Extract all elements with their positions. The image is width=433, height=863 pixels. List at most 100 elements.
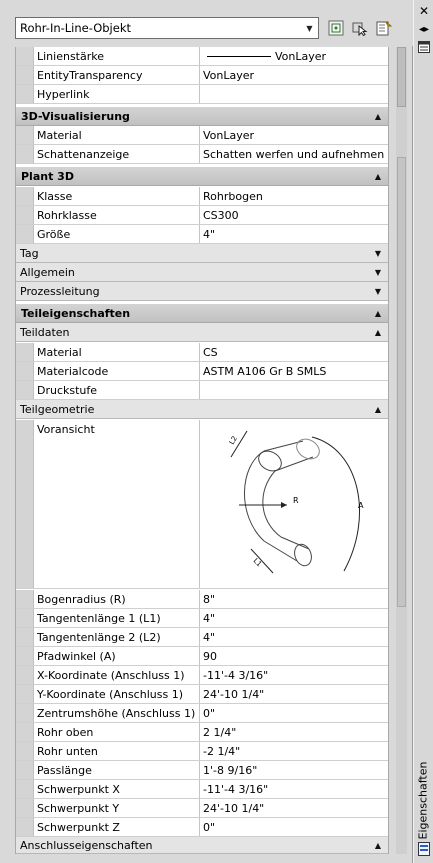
category-teilgeometrie[interactable]: Teilgeometrie ▲ [16,400,388,419]
toolbar: Rohr-In-Line-Objekt ▼ [0,0,413,46]
palette-settings-icon[interactable] [417,842,431,856]
property-value[interactable]: 90 [200,647,388,665]
category-label: Tag [20,246,39,260]
radius-label: R [293,496,299,505]
chevron-up-icon[interactable]: ▲ [368,841,388,850]
category-tag[interactable]: Tag ▼ [16,244,388,263]
property-row-hyperlink[interactable]: Hyperlink [16,85,388,104]
property-value[interactable]: 24'-10 1/4" [200,799,388,817]
property-value[interactable]: 1'-8 9/16" [200,761,388,779]
lineweight-sample [207,55,271,57]
property-row-teil-material[interactable]: Material CS [16,343,388,362]
property-name: Voransicht [34,420,200,588]
property-row-schattenanzeige[interactable]: Schattenanzeige Schatten werfen und aufn… [16,145,388,164]
property-value[interactable]: VonLayer [200,126,388,144]
property-row-tangentenlaenge-1[interactable]: Tangentenlänge 1 (L1) 4" [16,609,388,628]
property-value[interactable]: 4" [200,628,388,646]
property-row-linienstaerke[interactable]: Linienstärke VonLayer [16,47,388,66]
property-value[interactable]: VonLayer [200,66,388,84]
property-row-material[interactable]: Material VonLayer [16,126,388,145]
category-plant-3d[interactable]: Plant 3D ▲ [16,167,388,186]
property-row-voransicht: Voransicht R A L2 L1 [16,420,388,589]
property-name: Schwerpunkt Z [34,818,200,836]
category-allgemein[interactable]: Allgemein ▼ [16,263,388,282]
properties-panel: Rohr-In-Line-Objekt ▼ Linienstärke VonLa… [0,0,413,863]
property-value[interactable] [200,381,388,399]
toggle-pickadd-button[interactable] [325,17,347,39]
palette-title: Eigenschaften [416,760,430,840]
category-label: Plant 3D [21,169,74,183]
property-name: Pfadwinkel (A) [34,647,200,665]
property-name: Linienstärke [34,47,200,65]
property-value[interactable]: 8" [200,590,388,608]
property-name: Größe [34,225,200,243]
object-type-dropdown[interactable]: Rohr-In-Line-Objekt ▼ [15,17,319,39]
vertical-scrollbar[interactable] [396,47,407,854]
category-label: Teilgeometrie [20,402,95,416]
category-teileigenschaften[interactable]: Teileigenschaften ▲ [16,304,388,323]
property-row-druckstufe[interactable]: Druckstufe [16,381,388,400]
property-value[interactable]: 4" [200,609,388,627]
property-row-transparency[interactable]: EntityTransparency VonLayer [16,66,388,85]
category-teildaten[interactable]: Teildaten ▲ [16,323,388,342]
property-row-materialcode[interactable]: Materialcode ASTM A106 Gr B SMLS [16,362,388,381]
palette-title-text: Eigenschaften [416,761,430,839]
property-row-pfadwinkel[interactable]: Pfadwinkel (A) 90 [16,647,388,666]
category-anschlusseigenschaften[interactable]: Anschlusseigenschaften ▲ [16,837,388,854]
chevron-down-icon[interactable]: ▼ [368,249,388,258]
chevron-down-icon[interactable]: ▼ [301,18,318,38]
property-row-x-koordinate[interactable]: X-Koordinate (Anschluss 1) -11'-4 3/16" [16,666,388,685]
property-name: Bogenradius (R) [34,590,200,608]
quick-select-button[interactable] [373,17,395,39]
property-name: Passlänge [34,761,200,779]
property-value[interactable]: -2 1/4" [200,742,388,760]
property-row-klasse[interactable]: Klasse Rohrbogen [16,187,388,206]
property-value[interactable]: ASTM A106 Gr B SMLS [200,362,388,380]
property-row-schwerpunkt-y[interactable]: Schwerpunkt Y 24'-10 1/4" [16,799,388,818]
property-row-rohrklasse[interactable]: Rohrklasse CS300 [16,206,388,225]
property-row-rohr-oben[interactable]: Rohr oben 2 1/4" [16,723,388,742]
property-value[interactable]: CS [200,343,388,361]
property-value[interactable]: CS300 [200,206,388,224]
close-icon[interactable]: ✕ [417,4,431,18]
property-value[interactable]: -11'-4 3/16" [200,666,388,684]
chevron-up-icon[interactable]: ▲ [368,405,388,414]
property-row-schwerpunkt-x[interactable]: Schwerpunkt X -11'-4 3/16" [16,780,388,799]
category-3d-visualisierung[interactable]: 3D-Visualisierung ▲ [16,107,388,126]
property-row-tangentenlaenge-2[interactable]: Tangentenlänge 2 (L2) 4" [16,628,388,647]
chevron-down-icon[interactable]: ▼ [368,287,388,296]
property-row-bogenradius[interactable]: Bogenradius (R) 8" [16,590,388,609]
property-value[interactable]: 2 1/4" [200,723,388,741]
property-row-schwerpunkt-z[interactable]: Schwerpunkt Z 0" [16,818,388,837]
property-name: Schwerpunkt Y [34,799,200,817]
property-row-passlaenge[interactable]: Passlänge 1'-8 9/16" [16,761,388,780]
property-value[interactable]: -11'-4 3/16" [200,780,388,798]
property-name: X-Koordinate (Anschluss 1) [34,666,200,684]
property-value[interactable]: 0" [200,704,388,722]
property-value[interactable] [200,85,388,103]
property-name: Rohrklasse [34,206,200,224]
property-row-groesse[interactable]: Größe 4" [16,225,388,244]
properties-menu-icon[interactable] [417,40,431,54]
property-value[interactable]: Schatten werfen und aufnehmen [200,145,388,163]
select-objects-button[interactable] [349,17,371,39]
pickadd-icon [328,20,344,36]
chevron-up-icon[interactable]: ▲ [368,309,388,318]
angle-label: A [358,501,364,510]
chevron-up-icon[interactable]: ▲ [368,112,388,121]
property-value[interactable]: 24'-10 1/4" [200,685,388,703]
chevron-down-icon[interactable]: ▼ [368,268,388,277]
property-value[interactable]: 4" [200,225,388,243]
property-value[interactable]: Rohrbogen [200,187,388,205]
chevron-up-icon[interactable]: ▲ [368,172,388,181]
autohide-icon[interactable]: ◂▸ [417,22,431,36]
property-row-y-koordinate[interactable]: Y-Koordinate (Anschluss 1) 24'-10 1/4" [16,685,388,704]
property-row-zentrumshoehe[interactable]: Zentrumshöhe (Anschluss 1) 0" [16,704,388,723]
category-prozessleitung[interactable]: Prozessleitung ▼ [16,282,388,301]
property-value[interactable]: VonLayer [200,47,388,65]
property-name: Klasse [34,187,200,205]
scrollbar-thumb[interactable] [397,157,406,607]
chevron-up-icon[interactable]: ▲ [368,328,388,337]
property-value[interactable]: 0" [200,818,388,836]
property-row-rohr-unten[interactable]: Rohr unten -2 1/4" [16,742,388,761]
